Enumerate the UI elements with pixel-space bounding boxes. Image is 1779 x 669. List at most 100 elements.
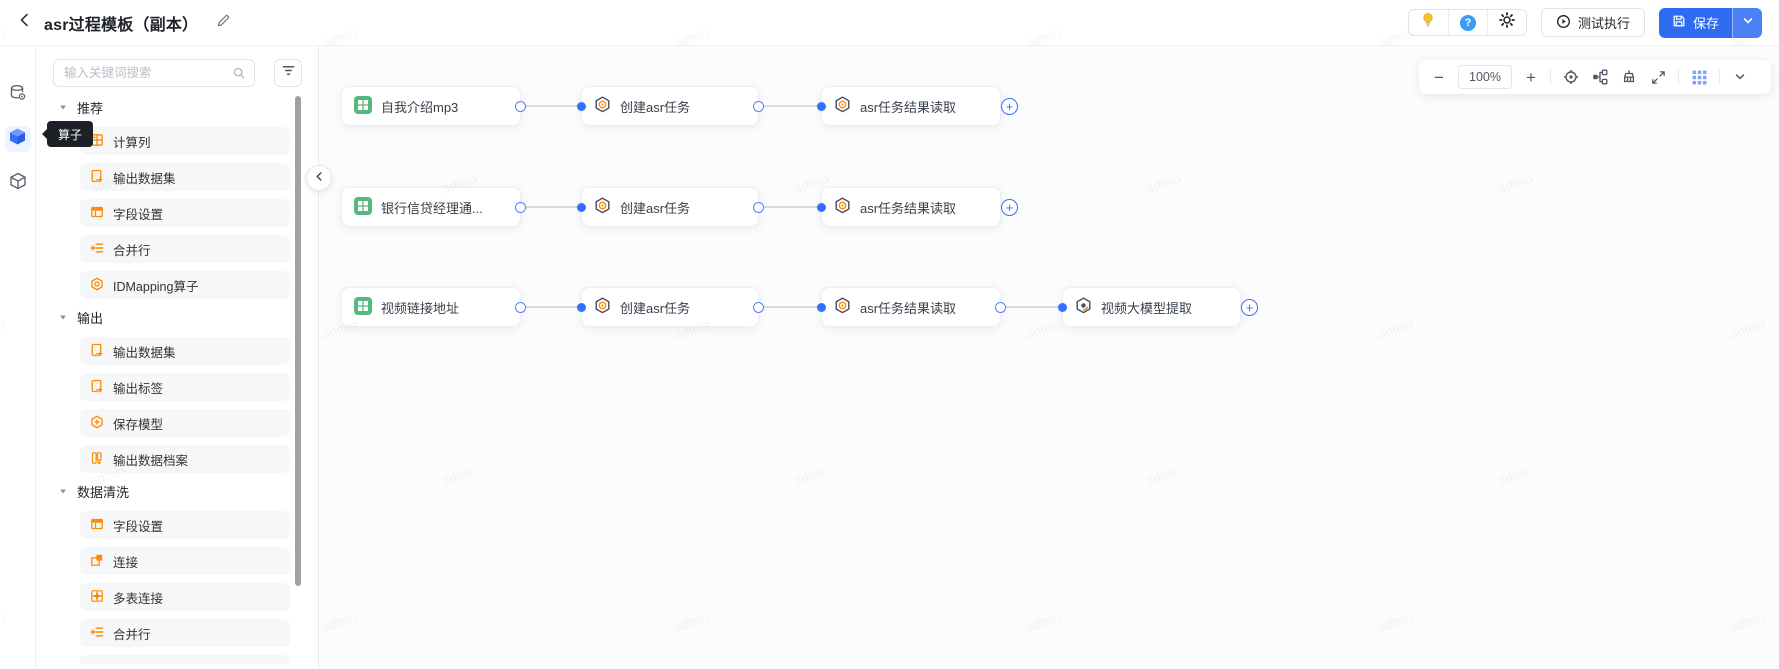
output-port[interactable] <box>515 201 526 213</box>
page-title: asr过程模板（副本） <box>44 16 199 34</box>
zoom-in-button[interactable]: + <box>1523 67 1539 87</box>
output-dataset-icon <box>90 169 104 186</box>
node-operator[interactable]: 创建asr任务 <box>577 86 764 126</box>
operator-item-output-dataset[interactable]: 输出数据集 <box>80 163 290 191</box>
input-port[interactable] <box>817 101 826 111</box>
node-model[interactable]: 视频大模型提取 + <box>1058 287 1258 327</box>
output-port[interactable] <box>753 301 764 313</box>
panel-scrollbar[interactable] <box>295 96 301 586</box>
operator-item-label: 计算列 <box>113 135 151 150</box>
top-bar-actions: ? 测试执行 保存 <box>1407 7 1762 38</box>
caret-down-icon <box>58 484 68 499</box>
input-port[interactable] <box>577 302 586 312</box>
operator-hexagon-icon <box>834 297 851 317</box>
save-more-button[interactable] <box>1732 7 1762 38</box>
edge <box>521 306 581 308</box>
input-port[interactable] <box>577 202 586 212</box>
node-operator[interactable]: asr任务结果读取 + <box>817 187 1018 227</box>
operator-item-field-settings[interactable]: 字段设置 <box>80 511 290 539</box>
zoom-level[interactable]: 100% <box>1458 65 1512 89</box>
output-port[interactable] <box>753 100 764 112</box>
node-dataset[interactable]: 自我介绍mp3 <box>341 86 526 126</box>
add-node-button[interactable]: + <box>1001 97 1018 115</box>
grid-view-button[interactable] <box>1690 68 1708 86</box>
section-header-data-cleaning[interactable]: 数据清洗 <box>58 481 302 501</box>
auto-layout-button[interactable] <box>1591 68 1609 86</box>
input-port[interactable] <box>817 202 826 212</box>
operator-item-partial[interactable] <box>80 655 290 664</box>
merge-rows-icon <box>90 241 104 258</box>
operator-item-label: 输出数据集 <box>113 171 176 186</box>
node-operator[interactable]: 创建asr任务 <box>577 287 764 327</box>
node-label: asr任务结果读取 <box>860 200 957 216</box>
operator-item-save-model[interactable]: 保存模型 <box>80 409 290 437</box>
operator-item-label: 输出数据集 <box>113 345 176 360</box>
operator-item-idmapping[interactable]: IDMapping算子 <box>80 271 290 299</box>
operator-item-label: 多表连接 <box>113 591 164 606</box>
help-button[interactable]: ? <box>1447 10 1487 35</box>
node-dataset[interactable]: 视频链接地址 <box>341 287 526 327</box>
operator-item-output-dataset[interactable]: 输出数据集 <box>80 337 290 365</box>
settings-button[interactable] <box>1486 10 1526 35</box>
output-port[interactable] <box>995 301 1006 313</box>
tips-button[interactable] <box>1409 10 1448 35</box>
search-row <box>53 59 302 87</box>
search-input[interactable] <box>53 59 255 87</box>
section-header-recommended[interactable]: 推荐 <box>58 97 302 117</box>
chevron-down-icon <box>1742 14 1754 32</box>
output-port[interactable] <box>515 100 526 112</box>
operator-hexagon-icon <box>834 197 851 217</box>
input-port[interactable] <box>817 302 826 312</box>
add-node-button[interactable]: + <box>1001 198 1018 216</box>
operator-item-calc-column[interactable]: 计算列 <box>80 127 290 155</box>
operator-item-field-settings[interactable]: 字段设置 <box>80 199 290 227</box>
flow-canvas[interactable]: − 100% + 自我介绍mp3 创建asr任务 asr任务结果读取 + 银行信… <box>320 46 1779 669</box>
zoom-out-button[interactable]: − <box>1431 67 1447 87</box>
save-button[interactable]: 保存 <box>1658 7 1732 38</box>
clear-canvas-button[interactable] <box>1620 68 1638 86</box>
input-port[interactable] <box>1058 302 1067 312</box>
node-operator[interactable]: asr任务结果读取 + <box>817 86 1018 126</box>
node-operator[interactable]: asr任务结果读取 <box>817 287 1006 327</box>
toolbar-divider <box>1678 69 1679 85</box>
operator-item-output-archive[interactable]: 输出数据档案 <box>80 445 290 473</box>
panel-collapse-handle[interactable] <box>306 165 332 191</box>
edge <box>521 206 581 208</box>
test-run-button[interactable]: 测试执行 <box>1540 8 1645 37</box>
locate-button[interactable] <box>1562 68 1580 86</box>
database-gear-icon <box>9 84 27 107</box>
model-hexagon-icon <box>1075 297 1092 317</box>
rail-item-operators[interactable] <box>4 126 31 152</box>
dataset-table-icon <box>354 296 372 318</box>
node-label: 视频链接地址 <box>381 300 460 316</box>
test-run-label: 测试执行 <box>1577 16 1630 31</box>
node-operator[interactable]: 创建asr任务 <box>577 187 764 227</box>
input-port[interactable] <box>577 101 586 111</box>
operator-item-label: 合并行 <box>113 243 151 258</box>
output-port[interactable] <box>753 201 764 213</box>
rail-item-datasource[interactable] <box>5 82 31 108</box>
node-dataset[interactable]: 银行信贷经理通... <box>341 187 526 227</box>
operator-item-merge-rows[interactable]: 合并行 <box>80 235 290 263</box>
node-label: 创建asr任务 <box>620 300 691 316</box>
section-label: 推荐 <box>77 100 104 116</box>
fullscreen-button[interactable] <box>1649 68 1667 86</box>
output-label-icon <box>90 379 104 396</box>
back-button[interactable] <box>14 12 36 34</box>
section-header-output[interactable]: 输出 <box>58 307 302 327</box>
operator-item-label: 连接 <box>113 555 139 570</box>
top-bar: asr过程模板（副本） ? 测试执行 保存 <box>0 0 1779 46</box>
add-node-button[interactable]: + <box>1241 298 1258 316</box>
toolbar-collapse-button[interactable] <box>1731 68 1749 86</box>
operator-item-output-label[interactable]: 输出标签 <box>80 373 290 401</box>
save-split-button: 保存 <box>1658 7 1762 38</box>
operator-item-join[interactable]: 连接 <box>80 547 290 575</box>
operator-item-multi-join[interactable]: 多表连接 <box>80 583 290 611</box>
rail-item-models[interactable] <box>5 170 31 196</box>
operator-hexagon-icon <box>594 297 611 317</box>
filter-button[interactable] <box>274 59 302 87</box>
operator-item-merge-rows[interactable]: 合并行 <box>80 619 290 647</box>
rename-button[interactable] <box>212 12 234 34</box>
output-port[interactable] <box>515 301 526 313</box>
package-cube-icon <box>9 172 27 195</box>
